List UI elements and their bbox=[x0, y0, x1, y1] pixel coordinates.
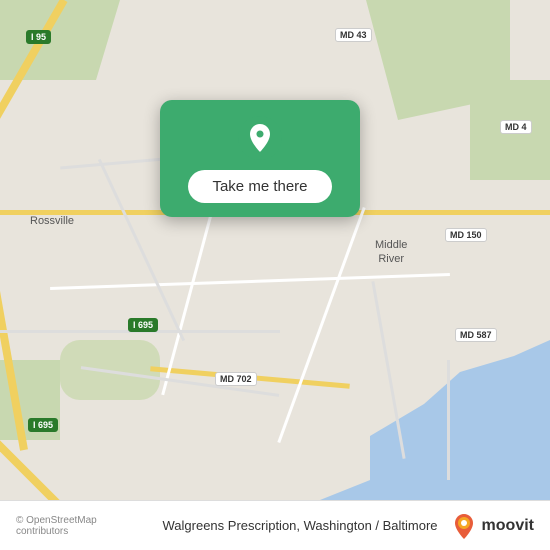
popup-card: Take me there bbox=[160, 100, 360, 217]
bottom-bar: © OpenStreetMap contributors Walgreens P… bbox=[0, 500, 550, 550]
location-pin-icon bbox=[238, 116, 282, 160]
copyright-text: © OpenStreetMap contributors bbox=[16, 515, 151, 537]
label-rossville: Rossville bbox=[30, 215, 74, 227]
label-middle-river: MiddleRiver bbox=[375, 238, 407, 267]
shield-md150: MD 150 bbox=[445, 228, 487, 242]
moovit-logo: moovit bbox=[450, 512, 534, 540]
shield-md702: MD 702 bbox=[215, 372, 257, 386]
shield-i695: I 695 bbox=[128, 318, 158, 332]
moovit-pin-icon bbox=[450, 512, 478, 540]
map-container: I 95 MD 7 MD 43 MD 4 I 695 MD 702 I 695 … bbox=[0, 0, 550, 500]
shield-md43: MD 43 bbox=[335, 28, 372, 42]
shield-i95-upper: I 95 bbox=[26, 30, 51, 44]
shield-md4: MD 4 bbox=[500, 120, 532, 134]
moovit-wordmark: moovit bbox=[482, 517, 534, 535]
shield-md587: MD 587 bbox=[455, 328, 497, 342]
shield-i695-lower: I 695 bbox=[28, 418, 58, 432]
location-title: Walgreens Prescription, Washington / Bal… bbox=[163, 518, 438, 533]
road-local-9 bbox=[447, 360, 450, 480]
take-me-there-button[interactable]: Take me there bbox=[188, 170, 331, 203]
